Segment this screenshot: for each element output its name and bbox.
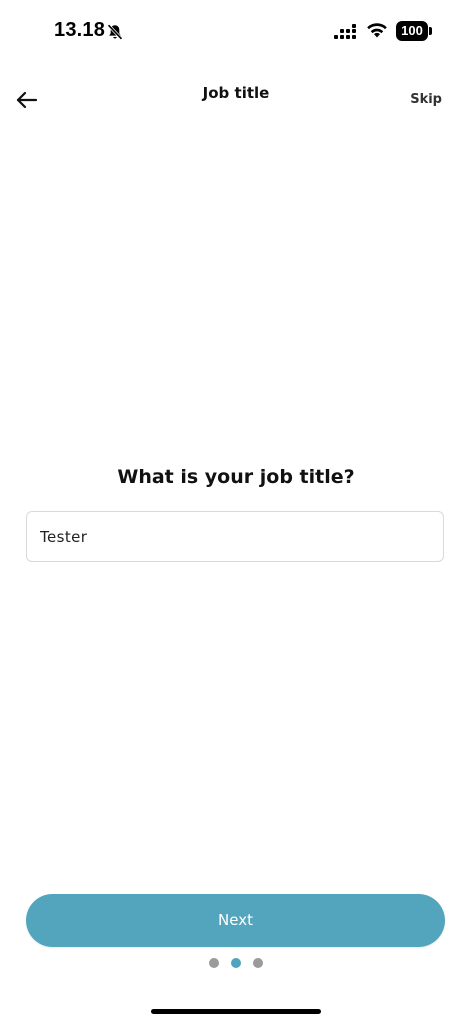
status-bar: 13.18 100	[0, 0, 472, 62]
pagination-dots	[0, 958, 472, 970]
page-title: Job title	[202, 84, 270, 102]
next-button[interactable]: Next	[26, 894, 445, 947]
pagination-dot-active	[231, 958, 241, 968]
question-heading: What is your job title?	[117, 466, 355, 488]
job-title-input[interactable]	[40, 512, 430, 561]
top-navigation-bar: Job title Skip	[0, 78, 472, 122]
bell-slash-icon	[106, 23, 124, 41]
battery-icon: 100	[396, 21, 432, 41]
signal-icon	[334, 24, 360, 40]
job-title-field[interactable]	[26, 511, 444, 562]
pagination-dot	[253, 958, 263, 968]
battery-tip	[429, 27, 432, 35]
status-time: 13.18	[54, 19, 106, 41]
pagination-dot	[209, 958, 219, 968]
home-indicator[interactable]	[151, 1009, 321, 1014]
wifi-icon	[366, 21, 388, 39]
skip-button[interactable]: Skip	[410, 92, 442, 107]
battery-level: 100	[396, 21, 428, 41]
